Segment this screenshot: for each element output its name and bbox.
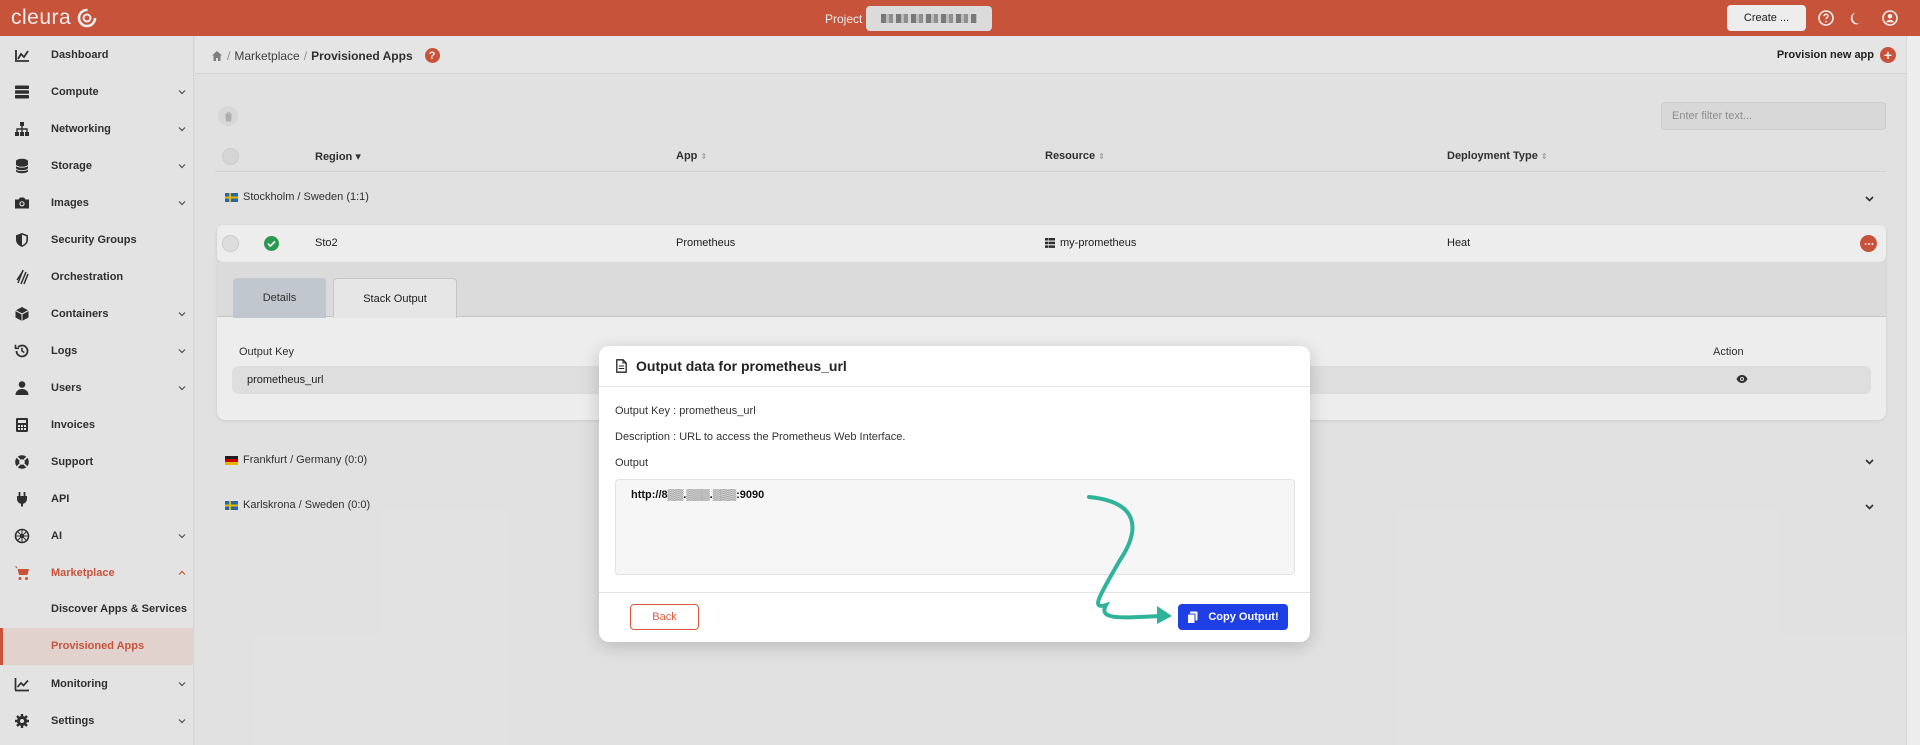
output-value: http://8▒▒.▒▒▒.▒▒▒:9090 xyxy=(631,489,765,501)
back-button[interactable]: Back xyxy=(630,604,699,630)
modal-output-label: Output xyxy=(615,457,649,469)
output-data-modal: Output data for prometheus_url Output Ke… xyxy=(599,346,1310,642)
document-icon xyxy=(616,359,627,373)
modal-header: Output data for prometheus_url xyxy=(599,346,1310,387)
modal-title: Output data for prometheus_url xyxy=(636,358,847,374)
modal-output-key: Output Key : prometheus_url xyxy=(615,405,756,417)
output-textarea[interactable]: http://8▒▒.▒▒▒.▒▒▒:9090 xyxy=(615,479,1295,575)
copy-icon xyxy=(1187,611,1198,624)
copy-output-button[interactable]: Copy Output! xyxy=(1178,604,1288,630)
copy-output-label: Copy Output! xyxy=(1208,611,1279,623)
modal-description: Description : URL to access the Promethe… xyxy=(615,431,906,443)
